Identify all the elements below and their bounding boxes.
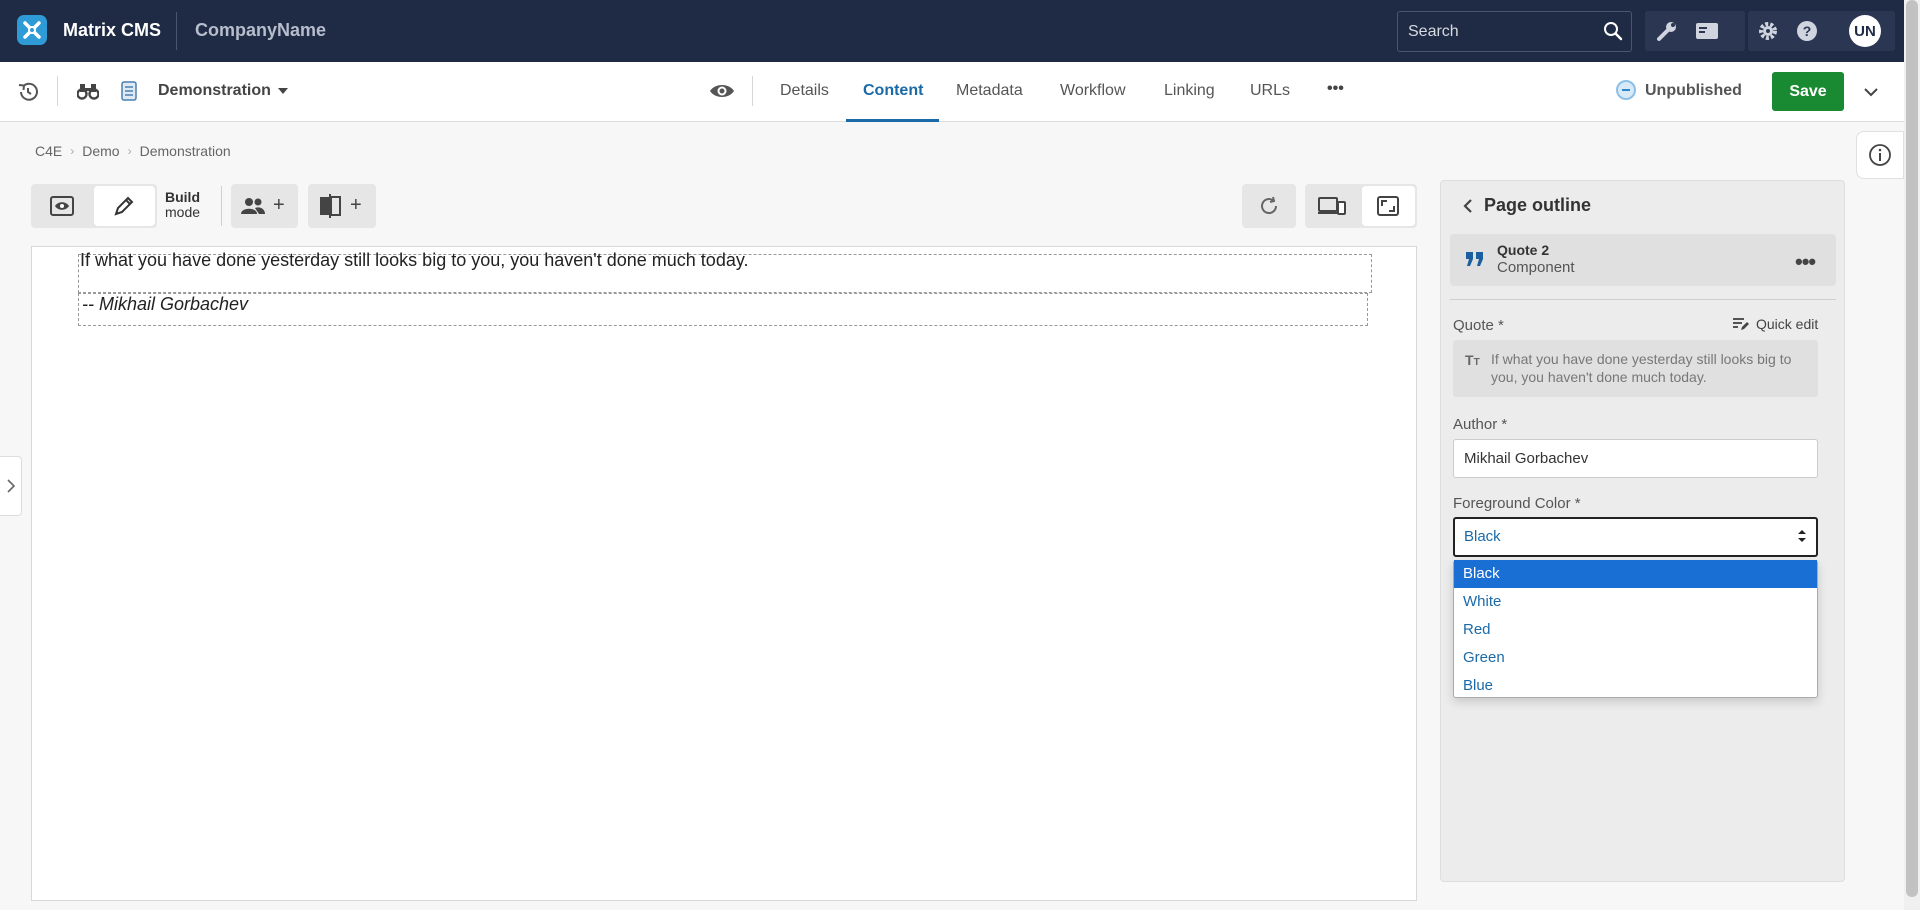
tab-workflow[interactable]: Workflow (1060, 82, 1126, 100)
refresh-icon (1259, 196, 1279, 221)
breadcrumb: C4E › Demo › Demonstration (35, 143, 231, 159)
page-canvas (31, 246, 1417, 901)
back-chevron-icon[interactable] (1463, 199, 1473, 218)
help-icon[interactable]: ? (1787, 11, 1827, 51)
foreground-color-value: Black (1464, 528, 1501, 545)
color-option-white[interactable]: White (1454, 588, 1817, 616)
component-type: Component (1497, 259, 1575, 276)
panel-divider (1450, 299, 1836, 300)
author-block-outline[interactable] (78, 293, 1368, 326)
history-icon[interactable] (16, 80, 40, 109)
author-field-label: Author * (1453, 416, 1508, 433)
color-option-green[interactable]: Green (1454, 644, 1817, 672)
fullscreen-icon (1377, 196, 1399, 221)
responsive-devices-icon[interactable] (1318, 196, 1346, 221)
text-format-icon: TT (1465, 352, 1480, 368)
plus-icon: + (273, 194, 285, 216)
binoculars-icon[interactable] (76, 82, 100, 105)
logo-icon[interactable] (17, 15, 47, 45)
color-option-red[interactable]: Red (1454, 616, 1817, 644)
preview-eye-icon[interactable] (709, 82, 735, 105)
search-placeholder: Search (1408, 23, 1459, 40)
chevron-right-icon: › (127, 144, 132, 158)
color-option-black[interactable]: Black (1454, 560, 1817, 588)
breadcrumb-item-demonstration[interactable]: Demonstration (140, 143, 231, 159)
chevron-right-icon: › (70, 144, 75, 158)
unpublished-status-icon (1616, 80, 1636, 100)
chevron-down-icon[interactable] (278, 88, 288, 94)
toolbar-divider (57, 76, 58, 106)
users-icon (240, 197, 266, 220)
left-panel-toggle[interactable] (0, 456, 22, 516)
quick-edit-label: Quick edit (1756, 316, 1819, 332)
select-arrows-icon (1797, 528, 1807, 549)
more-tabs-button[interactable]: ••• (1327, 80, 1344, 98)
component-menu-icon[interactable]: ••• (1795, 249, 1816, 275)
page-icon (121, 81, 137, 106)
save-options-chevron-icon[interactable] (1863, 84, 1879, 102)
breadcrumb-item-demo[interactable]: Demo (82, 143, 119, 159)
info-icon (1869, 144, 1891, 166)
svg-text:?: ? (1803, 23, 1812, 39)
toolbar-divider (221, 186, 222, 226)
foreground-color-label: Foreground Color * (1453, 495, 1581, 512)
quick-edit-button[interactable]: Quick edit (1732, 316, 1818, 332)
author-text[interactable]: -- Mikhail Gorbachev (82, 294, 248, 315)
info-button[interactable] (1856, 131, 1904, 179)
scrollbar-thumb[interactable] (1906, 0, 1918, 897)
quote-text[interactable]: If what you have done yesterday still lo… (80, 250, 749, 271)
save-button[interactable]: Save (1772, 72, 1844, 111)
status-label: Unpublished (1645, 82, 1742, 99)
tab-content[interactable]: Content (863, 82, 923, 100)
quote-field-value: If what you have done yesterday still lo… (1491, 351, 1792, 385)
search-input[interactable]: Search (1397, 11, 1632, 52)
topbar-divider (176, 12, 177, 50)
build-mode-label-line1: Build (165, 189, 200, 205)
tab-urls[interactable]: URLs (1250, 82, 1290, 100)
quick-edit-icon (1733, 318, 1749, 330)
build-mode-label: Build mode (165, 190, 200, 220)
component-name: Quote 2 (1497, 242, 1550, 258)
build-mode-label-line2: mode (165, 204, 201, 220)
preview-mode-icon[interactable] (50, 195, 74, 222)
quote-component-icon (1465, 250, 1485, 273)
plus-icon: + (350, 194, 362, 216)
app-name: Matrix CMS (63, 20, 162, 40)
tab-linking[interactable]: Linking (1164, 82, 1215, 100)
panel-title: Page outline (1484, 195, 1592, 215)
wrench-icon[interactable] (1647, 11, 1687, 51)
color-option-blue[interactable]: Blue (1454, 672, 1817, 700)
user-avatar[interactable]: UN (1849, 15, 1881, 47)
active-tab-indicator (846, 119, 939, 122)
asset-name[interactable]: Demonstration (158, 82, 271, 100)
card-icon[interactable] (1687, 11, 1727, 51)
tab-metadata[interactable]: Metadata (956, 82, 1023, 100)
foreground-color-select[interactable] (1453, 517, 1818, 557)
company-name: CompanyName (195, 20, 327, 40)
quote-field-label: Quote * (1453, 317, 1504, 334)
breadcrumb-item-c4e[interactable]: C4E (35, 143, 62, 159)
tab-details[interactable]: Details (780, 82, 829, 100)
chevron-right-icon (6, 479, 15, 493)
gear-icon[interactable] (1748, 11, 1788, 51)
pencil-icon[interactable] (113, 195, 135, 222)
tabs-divider (752, 76, 753, 106)
author-field-value: Mikhail Gorbachev (1464, 450, 1589, 467)
split-layout-icon (319, 194, 341, 223)
search-icon[interactable] (1603, 21, 1623, 46)
